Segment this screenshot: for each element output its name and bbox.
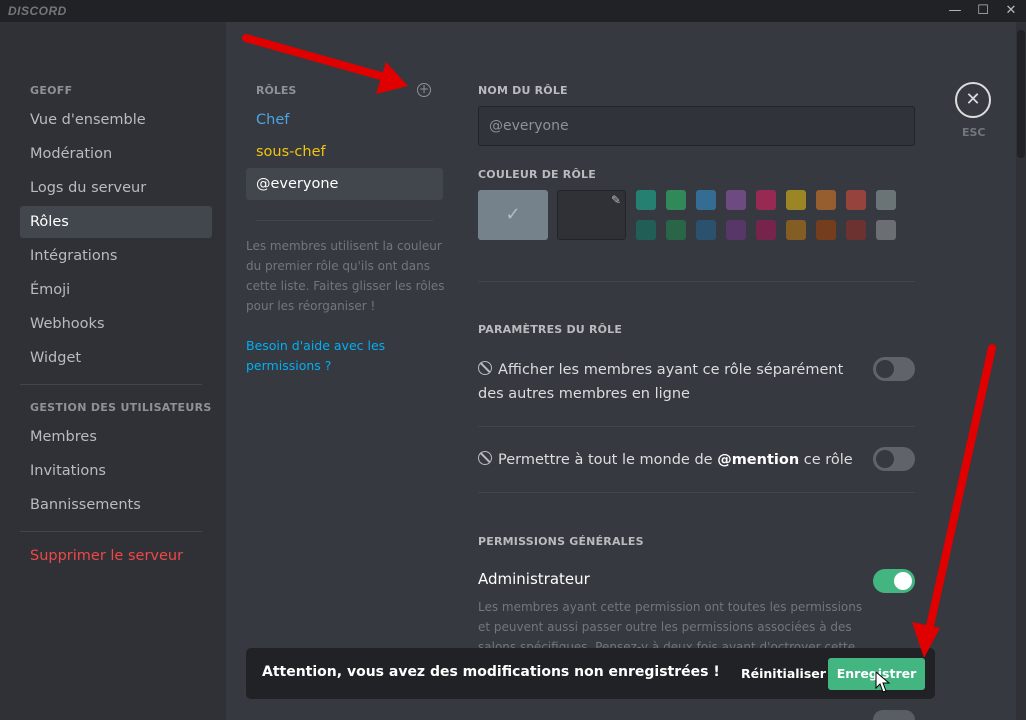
custom-color-picker[interactable]: ✎: [557, 190, 626, 240]
server-name-header: GEOFF: [30, 84, 73, 97]
roles-divider: [256, 220, 433, 221]
section-divider: [478, 492, 915, 493]
sidebar-item-overview[interactable]: Vue d'ensemble: [20, 104, 212, 136]
eyedropper-icon: ✎: [610, 193, 621, 207]
role-item-chef[interactable]: Chef: [246, 104, 443, 136]
sidebar-item-members[interactable]: Membres: [20, 421, 212, 453]
color-swatch[interactable]: [726, 190, 746, 210]
sidebar-item-moderation[interactable]: Modération: [20, 138, 212, 170]
esc-label: ESC: [962, 126, 986, 139]
roles-help-text: Les membres utilisent la couleur du prem…: [246, 239, 445, 313]
default-color-swatch[interactable]: ✓: [478, 190, 548, 240]
blocked-icon: [478, 451, 492, 465]
discord-logo: DISCORD: [8, 4, 67, 18]
color-swatch[interactable]: [636, 220, 656, 240]
administrator-toggle[interactable]: [873, 569, 915, 593]
sidebar-item-roles[interactable]: Rôles: [20, 206, 212, 238]
color-swatch[interactable]: [876, 190, 896, 210]
administrator-permission-title: Administrateur: [478, 570, 590, 588]
user-management-header: GESTION DES UTILISATEURS: [30, 401, 212, 414]
role-item-everyone[interactable]: @everyone: [246, 168, 443, 200]
color-swatch[interactable]: [696, 220, 716, 240]
close-window-button[interactable]: ✕: [996, 0, 1026, 22]
roles-header: RÔLES: [256, 84, 297, 97]
color-swatch[interactable]: [816, 220, 836, 240]
hoist-setting-label: Afficher les membres ayant ce rôle sépar…: [478, 361, 844, 402]
color-swatch[interactable]: [666, 220, 686, 240]
section-divider: [478, 426, 915, 427]
sidebar-item-integrations[interactable]: Intégrations: [20, 240, 212, 272]
color-swatch[interactable]: [756, 190, 776, 210]
color-swatch[interactable]: [726, 220, 746, 240]
sidebar-item-audit-log[interactable]: Logs du serveur: [20, 172, 212, 204]
color-swatch[interactable]: [876, 220, 896, 240]
color-swatch[interactable]: [786, 220, 806, 240]
administrator-permission-description: Les membres ayant cette permission ont t…: [478, 600, 863, 649]
color-swatch[interactable]: [756, 220, 776, 240]
section-divider: [478, 281, 915, 282]
hoist-toggle[interactable]: [873, 357, 915, 381]
minimize-button[interactable]: —: [940, 0, 970, 22]
color-swatch[interactable]: [696, 190, 716, 210]
add-role-icon[interactable]: +: [417, 83, 431, 97]
sidebar-item-invites[interactable]: Invitations: [20, 455, 212, 487]
role-settings-header: PARAMÈTRES DU RÔLE: [478, 323, 623, 336]
color-swatch[interactable]: [666, 190, 686, 210]
sidebar-item-emoji[interactable]: Émoji: [20, 274, 212, 306]
color-swatch[interactable]: [846, 220, 866, 240]
permissions-help-link[interactable]: Besoin d'aide avec les permissions ?: [246, 336, 416, 376]
unsaved-changes-text: Attention, vous avez des modifications n…: [262, 664, 720, 680]
sidebar-item-bans[interactable]: Bannissements: [20, 489, 212, 521]
sidebar-divider: [20, 531, 202, 532]
blocked-icon: [478, 361, 492, 375]
close-settings-button[interactable]: ✕: [955, 82, 991, 118]
check-icon: ✓: [505, 204, 521, 225]
reset-button[interactable]: Réinitialiser: [741, 658, 826, 690]
sidebar-item-webhooks[interactable]: Webhooks: [20, 308, 212, 340]
general-permissions-header: PERMISSIONS GÉNÉRALES: [478, 535, 644, 548]
role-color-header: COULEUR DE RÔLE: [478, 168, 596, 181]
role-name-header: NOM DU RÔLE: [478, 84, 568, 97]
title-bar: DISCORD — ☐ ✕: [0, 0, 1026, 22]
color-swatch[interactable]: [786, 190, 806, 210]
sidebar-item-widget[interactable]: Widget: [20, 342, 212, 374]
maximize-button[interactable]: ☐: [968, 0, 998, 22]
delete-server-button[interactable]: Supprimer le serveur: [20, 540, 212, 572]
next-permission-toggle[interactable]: [873, 710, 915, 720]
role-item-sous-chef[interactable]: sous-chef: [246, 136, 443, 168]
mention-toggle[interactable]: [873, 447, 915, 471]
color-swatch[interactable]: [816, 190, 836, 210]
save-button[interactable]: Enregistrer: [828, 658, 925, 690]
unsaved-changes-bar: Attention, vous avez des modifications n…: [246, 648, 935, 699]
role-name-input[interactable]: @everyone: [478, 106, 915, 146]
sidebar-divider: [20, 384, 202, 385]
scrollbar-thumb[interactable]: [1017, 30, 1025, 158]
color-swatch[interactable]: [636, 190, 656, 210]
mention-setting-label: Permettre à tout le monde de @mention ce…: [478, 448, 868, 472]
color-swatch[interactable]: [846, 190, 866, 210]
